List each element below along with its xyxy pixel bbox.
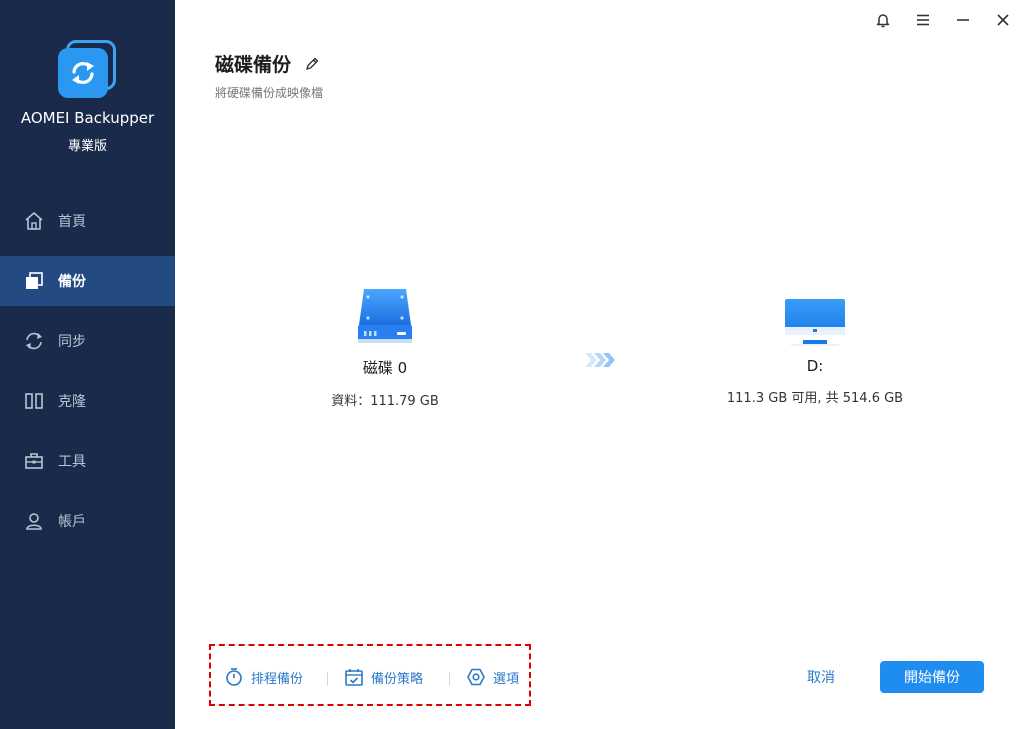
option-divider [449,672,450,686]
sidebar-item-tools[interactable]: 工具 [0,436,175,486]
timer-icon [223,666,245,688]
sidebar-item-label: 工具 [58,454,86,470]
title-row: 磁碟備份 [215,50,321,77]
schedule-backup-link[interactable]: 排程備份 [223,666,303,688]
menu-button[interactable] [909,8,937,36]
clone-icon [24,391,44,411]
menu-icon [915,12,931,32]
user-icon [24,511,44,531]
sidebar-item-label: 備份 [58,274,86,290]
main-panel: 磁碟備份 將硬碟備份成映像檔 磁碟 0 資料：111.79 GB D: 111.… [175,0,1024,729]
source-disk-label: 磁碟 0 [362,359,408,377]
sidebar-item-backup[interactable]: 備份 [0,256,175,306]
backup-icon [24,271,44,291]
sidebar: AOMEI Backupper 專業版 首頁 備份 同步 克隆 工具 帳戶 [0,0,175,729]
sidebar-item-label: 克隆 [58,394,86,410]
sidebar-item-clone[interactable]: 克隆 [0,376,175,426]
start-backup-button[interactable]: 開始備份 [880,661,984,693]
page-subtitle: 將硬碟備份成映像檔 [215,86,324,100]
disk-drive-icon [315,285,455,347]
app-name: AOMEI Backupper [20,109,155,127]
monitor-icon [745,285,885,347]
edit-title-icon[interactable] [303,55,321,73]
backup-options-link[interactable]: 選項 [465,666,519,688]
destination-label: D: [806,357,824,375]
calendar-check-icon [343,666,365,688]
sidebar-item-account[interactable]: 帳戶 [0,496,175,546]
sidebar-item-label: 帳戶 [58,514,86,530]
notification-button[interactable] [869,8,897,36]
backup-scheme-label: 備份策略 [371,671,424,687]
sidebar-item-label: 首頁 [58,214,86,230]
close-icon [995,12,1011,32]
destination-card[interactable]: D: 111.3 GB 可用, 共 514.6 GB [727,285,903,406]
direction-arrows-icon [583,350,619,370]
close-button[interactable] [989,8,1017,36]
minimize-button[interactable] [949,8,977,36]
sync-icon [24,331,44,351]
schedule-backup-label: 排程備份 [251,671,304,687]
sidebar-item-label: 同步 [58,334,86,350]
cancel-button[interactable]: 取消 [795,661,847,693]
source-disk-info: 資料：111.79 GB [331,394,439,409]
backup-options-label: 選項 [493,671,520,687]
backup-scheme-link[interactable]: 備份策略 [343,666,423,688]
bell-icon [875,12,891,32]
destination-info: 111.3 GB 可用, 共 514.6 GB [726,391,904,406]
app-edition: 專業版 [67,139,107,154]
toolbox-icon [24,451,44,471]
sidebar-item-home[interactable]: 首頁 [0,196,175,246]
minimize-icon [955,12,971,32]
app-logo [58,40,116,98]
home-icon [24,211,44,231]
settings-hexagon-icon [465,666,487,688]
option-divider [327,672,328,686]
sidebar-item-sync[interactable]: 同步 [0,316,175,366]
page-title: 磁碟備份 [215,54,292,76]
backup-options-group: 排程備份 備份策略 選項 [209,644,531,706]
source-disk-card[interactable]: 磁碟 0 資料：111.79 GB [315,285,455,409]
